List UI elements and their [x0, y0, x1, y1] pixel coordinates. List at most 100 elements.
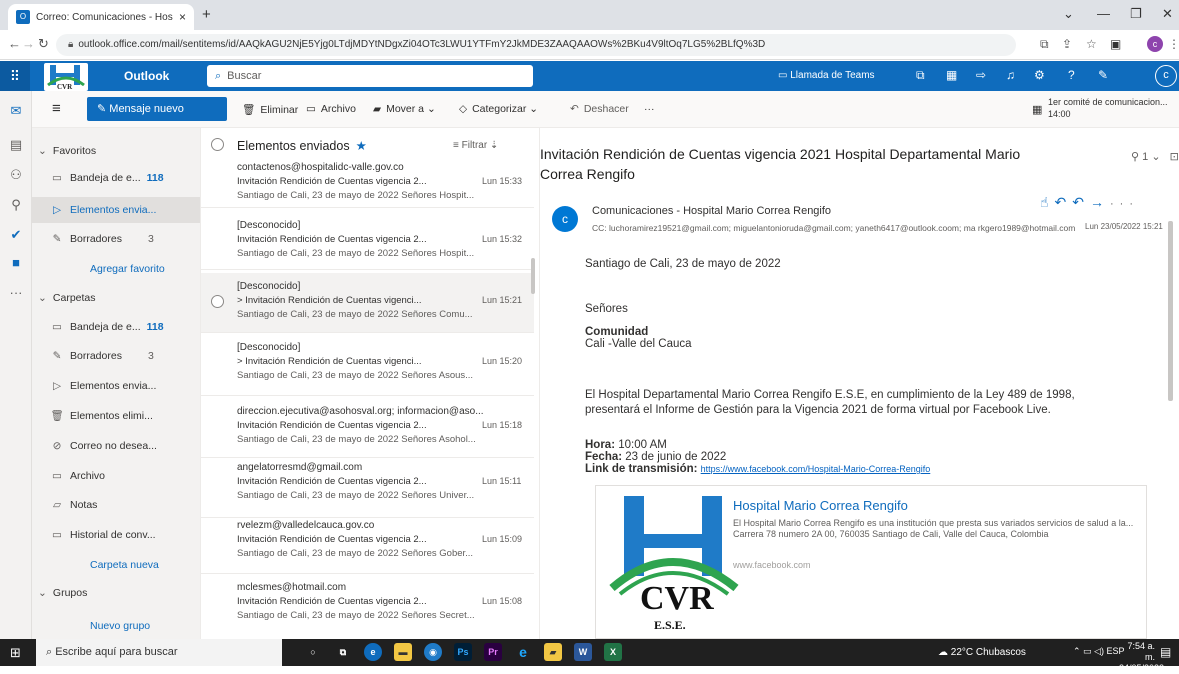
folder-junk[interactable]: ⊘ Correo no desea... — [32, 433, 200, 459]
list-item-selected[interactable]: [Desconocido] > Invitación Rendición de … — [201, 273, 534, 333]
facebook-link[interactable]: https://www.facebook.com/Hospital-Mario-… — [701, 464, 931, 474]
calendar-icon[interactable]: ▤ — [0, 137, 32, 153]
teams-chat-icon[interactable]: ▦ — [946, 68, 957, 82]
star-icon[interactable]: ★ — [356, 139, 367, 153]
categorize-button[interactable]: ◇ Categorizar ⌄ — [459, 103, 538, 115]
list-item[interactable]: [Desconocido] Invitación Rendición de Cu… — [201, 210, 534, 270]
folder-conversation-history[interactable]: ▭ Historial de conv... — [32, 522, 200, 548]
tab-search-chevron-icon[interactable]: ⌄ — [1063, 6, 1074, 22]
app-launcher-icon[interactable]: ⠿ — [0, 61, 30, 91]
folders-header[interactable]: ⌄ Carpetas — [32, 285, 200, 311]
mail-icon[interactable]: ✉ — [0, 103, 32, 119]
search-input[interactable]: ⌕ Buscar — [207, 65, 533, 87]
list-item[interactable]: contactenos@hospitalidc-valle.gov.co Inv… — [201, 160, 534, 208]
people-icon[interactable]: ⚇ — [0, 167, 32, 183]
select-all-checkbox[interactable] — [211, 138, 224, 151]
help-icon[interactable]: ? — [1068, 68, 1075, 82]
list-item[interactable]: angelatorresmd@gmail.com Invitación Rend… — [201, 458, 534, 518]
open-window-icon[interactable]: ⊡ — [1170, 151, 1179, 163]
back-icon[interactable]: ← — [8, 36, 21, 51]
chrome-icon[interactable]: ◉ — [424, 643, 442, 661]
install-app-icon[interactable]: ⧉ — [1040, 37, 1049, 52]
internet-explorer-icon[interactable]: e — [514, 643, 532, 661]
forward-icon[interactable]: → — [1090, 194, 1110, 210]
cortana-icon[interactable]: ○ — [304, 643, 322, 661]
more-actions-button[interactable]: ··· — [644, 103, 655, 115]
folder-notes[interactable]: ▱ Notas — [32, 492, 200, 518]
card-title[interactable]: Hospital Mario Correa Rengifo — [733, 498, 908, 513]
url-field[interactable]: 🔒︎ outlook.office.com/mail/sentitems/id/A… — [56, 34, 1016, 56]
add-favorite-link[interactable]: Agregar favorito — [32, 256, 200, 282]
list-item[interactable]: mclesmes@hotmail.com Invitación Rendició… — [201, 574, 534, 636]
favorites-header[interactable]: ⌄ Favoritos — [32, 138, 200, 164]
folder-icon[interactable]: ▰ — [544, 643, 562, 661]
like-icon[interactable]: ☝ — [1040, 194, 1055, 210]
new-folder-link[interactable]: Carpeta nueva — [32, 552, 200, 578]
select-radio[interactable] — [211, 295, 224, 308]
tab-close-icon[interactable]: × — [179, 10, 186, 24]
sender-avatar[interactable]: c — [552, 206, 578, 232]
undo-button[interactable]: ↶ Deshacer — [570, 103, 629, 115]
move-to-button[interactable]: ▰ Mover a ⌄ — [373, 103, 436, 115]
folder-inbox[interactable]: ▭ Bandeja de e... 118 — [32, 314, 200, 340]
file-explorer-icon[interactable]: ▬ — [394, 643, 412, 661]
whats-new-icon[interactable]: ⇨ — [976, 68, 986, 82]
notifications-icon[interactable]: ▤ — [1160, 645, 1171, 659]
tab-strip-icon[interactable]: ▣ — [1110, 37, 1121, 51]
skype-icon[interactable]: ⧉ — [916, 68, 925, 83]
fav-drafts[interactable]: ✎ Borradores 3 — [32, 226, 200, 252]
windows-start-icon[interactable]: ⊞ — [10, 645, 21, 661]
taskbar-search[interactable]: ⌕ Escribe aquí para buscar — [36, 639, 282, 666]
restore-icon[interactable]: ❐ — [1130, 6, 1142, 22]
settings-gear-icon[interactable]: ⚙ — [1034, 68, 1045, 82]
my-day-icon[interactable]: ✎ — [1098, 68, 1108, 82]
new-tab-button[interactable]: + — [202, 6, 211, 23]
teams-app-icon[interactable]: ■ — [0, 255, 32, 270]
list-item[interactable]: rvelezm@valledelcauca.gov.co Invitación … — [201, 512, 534, 574]
reply-icon[interactable]: ↶ — [1055, 194, 1073, 210]
photoshop-icon[interactable]: Ps — [454, 643, 472, 661]
message-list-scrollbar[interactable] — [531, 258, 535, 294]
folder-deleted-items[interactable]: 🗑︎ Elementos elimi... — [32, 403, 200, 429]
new-group-link[interactable]: Nuevo grupo — [32, 613, 200, 639]
delete-button[interactable]: 🗑︎ Eliminar — [242, 103, 298, 116]
archive-button[interactable]: ▭ Archivo — [306, 103, 356, 115]
fav-sent-items[interactable]: ▷ Elementos envia... — [32, 197, 200, 223]
forward-icon[interactable]: → — [22, 36, 35, 51]
premiere-icon[interactable]: Pr — [484, 643, 502, 661]
reload-icon[interactable]: ↻ — [38, 36, 49, 52]
outlook-brand[interactable]: Outlook — [124, 69, 169, 83]
attachment-icon[interactable]: ⚲ — [0, 197, 32, 213]
folder-drafts[interactable]: ✎ Borradores 3 — [32, 343, 200, 369]
more-options-icon[interactable]: ··· — [1110, 198, 1139, 210]
minimize-icon[interactable]: — — [1097, 6, 1110, 21]
list-item[interactable]: [Desconocido] > Invitación Rendición de … — [201, 334, 534, 396]
weather-widget[interactable]: ☁ 22°C Chubascos — [938, 647, 1026, 658]
share-icon[interactable]: ⇪ — [1062, 37, 1072, 51]
folder-sent-items[interactable]: ▷ Elementos envia... — [32, 373, 200, 399]
groups-header[interactable]: ⌄ Grupos — [32, 580, 200, 606]
account-avatar[interactable]: c — [1155, 65, 1177, 87]
word-icon[interactable]: W — [574, 643, 592, 661]
task-view-icon[interactable]: ⧉ — [334, 643, 352, 661]
edge-icon[interactable]: e — [364, 643, 382, 661]
teams-call-button[interactable]: ▭ Llamada de Teams — [778, 70, 875, 81]
link-preview-card[interactable]: CVR E.S.E. Hospital Mario Correa Rengifo… — [595, 485, 1147, 639]
attachment-icon[interactable]: ⚲ — [1131, 151, 1139, 163]
browser-tab[interactable]: O Correo: Comunicaciones - Hosp × — [8, 4, 194, 30]
more-apps-icon[interactable]: ··· — [0, 285, 32, 300]
folder-archive[interactable]: ▭ Archivo — [32, 463, 200, 489]
todo-icon[interactable]: ✔ — [0, 227, 32, 243]
new-message-button[interactable]: ✎ Mensaje nuevo — [87, 97, 227, 121]
reply-all-icon[interactable]: ↶ — [1072, 194, 1090, 210]
chevron-down-icon[interactable]: ⌄ — [1151, 151, 1160, 163]
clock[interactable]: 7:54 a. m. 24/05/2022 — [1119, 641, 1164, 674]
bookmark-star-icon[interactable]: ☆ — [1086, 37, 1097, 51]
hamburger-menu-icon[interactable]: ≡ — [52, 100, 61, 117]
excel-icon[interactable]: X — [604, 643, 622, 661]
browser-menu-icon[interactable]: ⋮ — [1168, 37, 1179, 51]
notifications-bell-icon[interactable]: ♫ — [1006, 68, 1015, 82]
fav-inbox[interactable]: ▭ Bandeja de e... 118 — [32, 165, 200, 191]
list-item[interactable]: direccion.ejecutiva@asohosval.org; infor… — [201, 396, 534, 458]
browser-profile-avatar[interactable]: c — [1147, 36, 1163, 52]
